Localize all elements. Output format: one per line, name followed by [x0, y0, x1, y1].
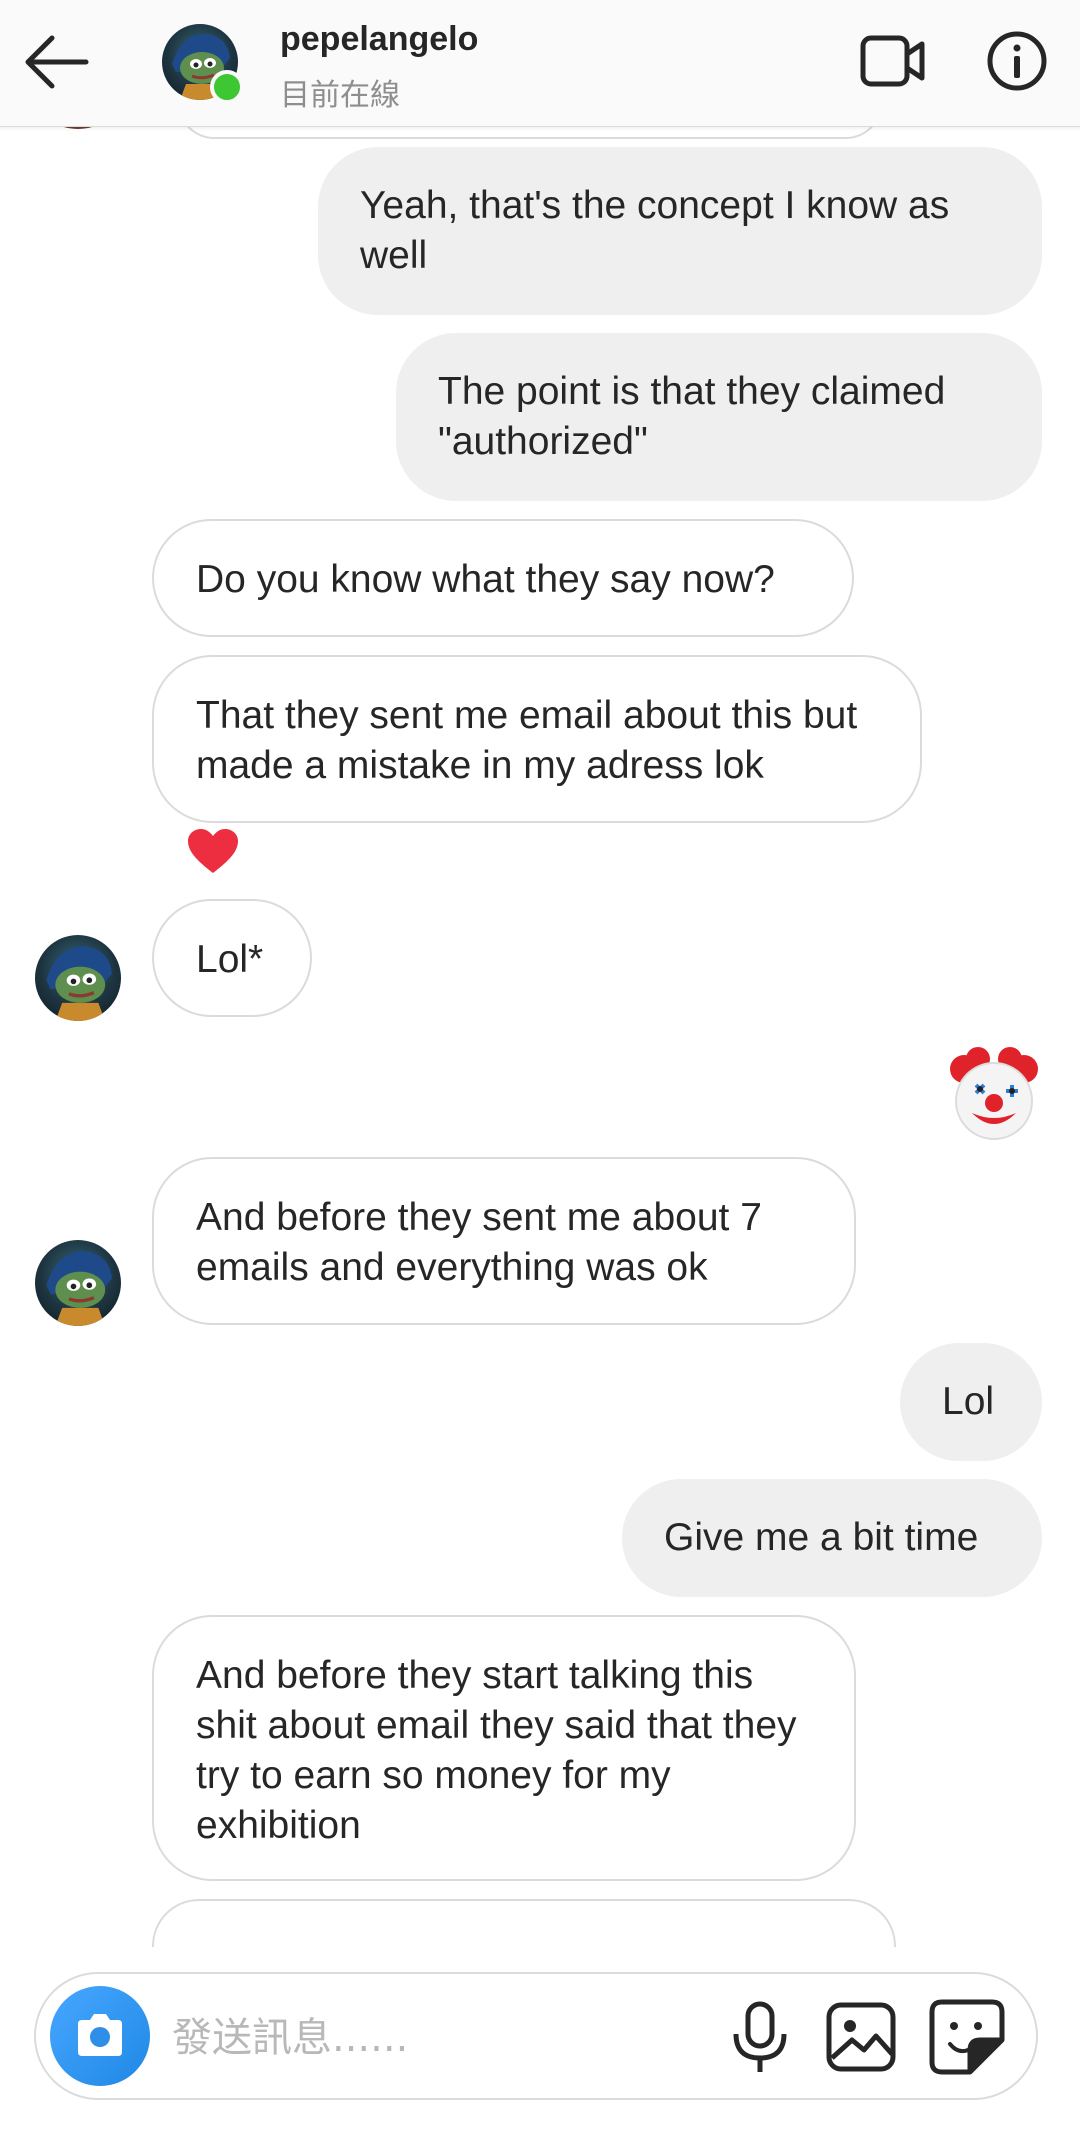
- heart-reaction-icon[interactable]: [186, 827, 240, 875]
- sender-avatar[interactable]: [35, 1240, 121, 1326]
- microphone-icon[interactable]: [724, 2000, 796, 2076]
- clown-face-emoji-icon[interactable]: [946, 1047, 1042, 1143]
- camera-icon[interactable]: [50, 1986, 150, 2086]
- online-status-dot: [210, 70, 244, 104]
- previous-avatar-edge: [35, 127, 121, 129]
- message-bubble[interactable]: Lol: [900, 1343, 1042, 1461]
- next-message-edge: [152, 1899, 896, 1947]
- message-bubble[interactable]: And before they sent me about 7 emails a…: [152, 1157, 856, 1325]
- message-bubble[interactable]: The point is that they claimed "authoriz…: [396, 333, 1042, 501]
- message-bubble[interactable]: Lol*: [152, 899, 312, 1017]
- message-thread[interactable]: Yeah, that's the concept I know as well …: [0, 127, 1080, 1947]
- message-bubble[interactable]: And before they start talking this shit …: [152, 1615, 856, 1881]
- sender-avatar[interactable]: [35, 935, 121, 1021]
- back-arrow-icon[interactable]: [20, 30, 90, 94]
- contact-status: 目前在線: [280, 79, 400, 112]
- message-bubble[interactable]: Give me a bit time: [622, 1479, 1042, 1597]
- message-input[interactable]: [170, 2004, 714, 2072]
- sticker-icon[interactable]: [928, 1998, 1006, 2076]
- video-call-icon[interactable]: [860, 30, 926, 92]
- message-bubble[interactable]: Yeah, that's the concept I know as well: [318, 147, 1042, 315]
- chat-header: pepelangelo 目前在線: [0, 0, 1080, 127]
- contact-avatar[interactable]: [162, 24, 244, 104]
- gallery-icon[interactable]: [824, 2000, 898, 2074]
- message-bubble[interactable]: That they sent me email about this but m…: [152, 655, 922, 823]
- message-composer: [34, 1972, 1038, 2100]
- message-bubble[interactable]: Do you know what they say now?: [152, 519, 854, 637]
- contact-username[interactable]: pepelangelo: [280, 20, 478, 59]
- info-icon[interactable]: [986, 30, 1048, 92]
- previous-message-edge: [178, 127, 882, 139]
